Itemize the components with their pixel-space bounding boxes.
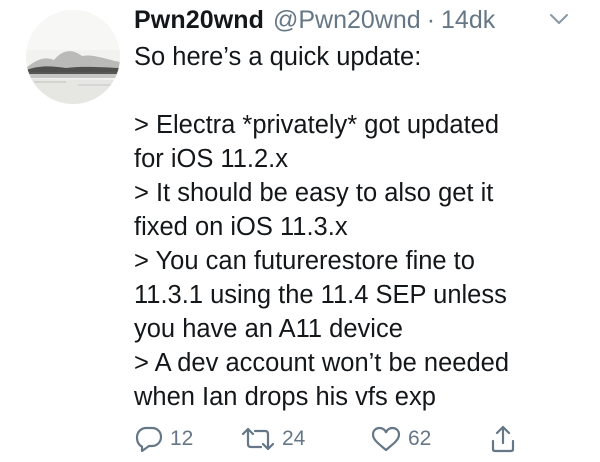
retweet-icon xyxy=(241,427,275,451)
like-button[interactable]: 62 xyxy=(370,422,431,456)
tweet-line: when Ian drops his vfs exp xyxy=(134,383,436,411)
tweet-line: So here’s a quick update: xyxy=(134,43,422,71)
tweet-line: 11.3.1 using the 11.4 SEP unless xyxy=(134,281,507,309)
tweet-line: for iOS 11.2.x xyxy=(134,145,289,173)
avatar-landscape-image xyxy=(26,10,120,104)
chevron-down-icon[interactable] xyxy=(548,8,570,30)
reply-icon xyxy=(135,426,163,453)
timestamp[interactable]: 14dk xyxy=(441,3,495,37)
separator-dot: · xyxy=(426,6,436,34)
share-button[interactable] xyxy=(489,422,517,456)
tweet-line: > Electra *privately* got updated xyxy=(134,111,500,139)
like-count: 62 xyxy=(408,427,432,450)
tweet-line: you have an A11 device xyxy=(134,315,403,343)
retweet-button[interactable]: 24 xyxy=(240,422,305,456)
heart-icon xyxy=(371,426,401,452)
tweet: Pwn20wnd @Pwn20wnd · 14dk So here’s a qu… xyxy=(0,0,600,462)
reply-count: 12 xyxy=(170,427,194,450)
tweet-text: So here’s a quick update: > Electra *pri… xyxy=(134,40,574,414)
tweet-line: > You can futurerestore fine to xyxy=(134,247,475,275)
tweet-line: > It should be easy to also get it xyxy=(134,179,494,207)
avatar[interactable] xyxy=(26,10,120,104)
share-icon xyxy=(491,425,515,453)
tweet-line: fixed on iOS 11.3.x xyxy=(134,213,348,241)
display-name[interactable]: Pwn20wnd xyxy=(134,3,264,37)
retweet-count: 24 xyxy=(282,427,306,450)
tweet-line: > A dev account won’t be needed xyxy=(134,349,510,377)
user-handle[interactable]: @Pwn20wnd xyxy=(273,3,421,37)
tweet-actions: 12 24 62 xyxy=(134,422,554,456)
tweet-header: Pwn20wnd @Pwn20wnd · 14dk xyxy=(134,3,580,37)
reply-button[interactable]: 12 xyxy=(134,422,193,456)
